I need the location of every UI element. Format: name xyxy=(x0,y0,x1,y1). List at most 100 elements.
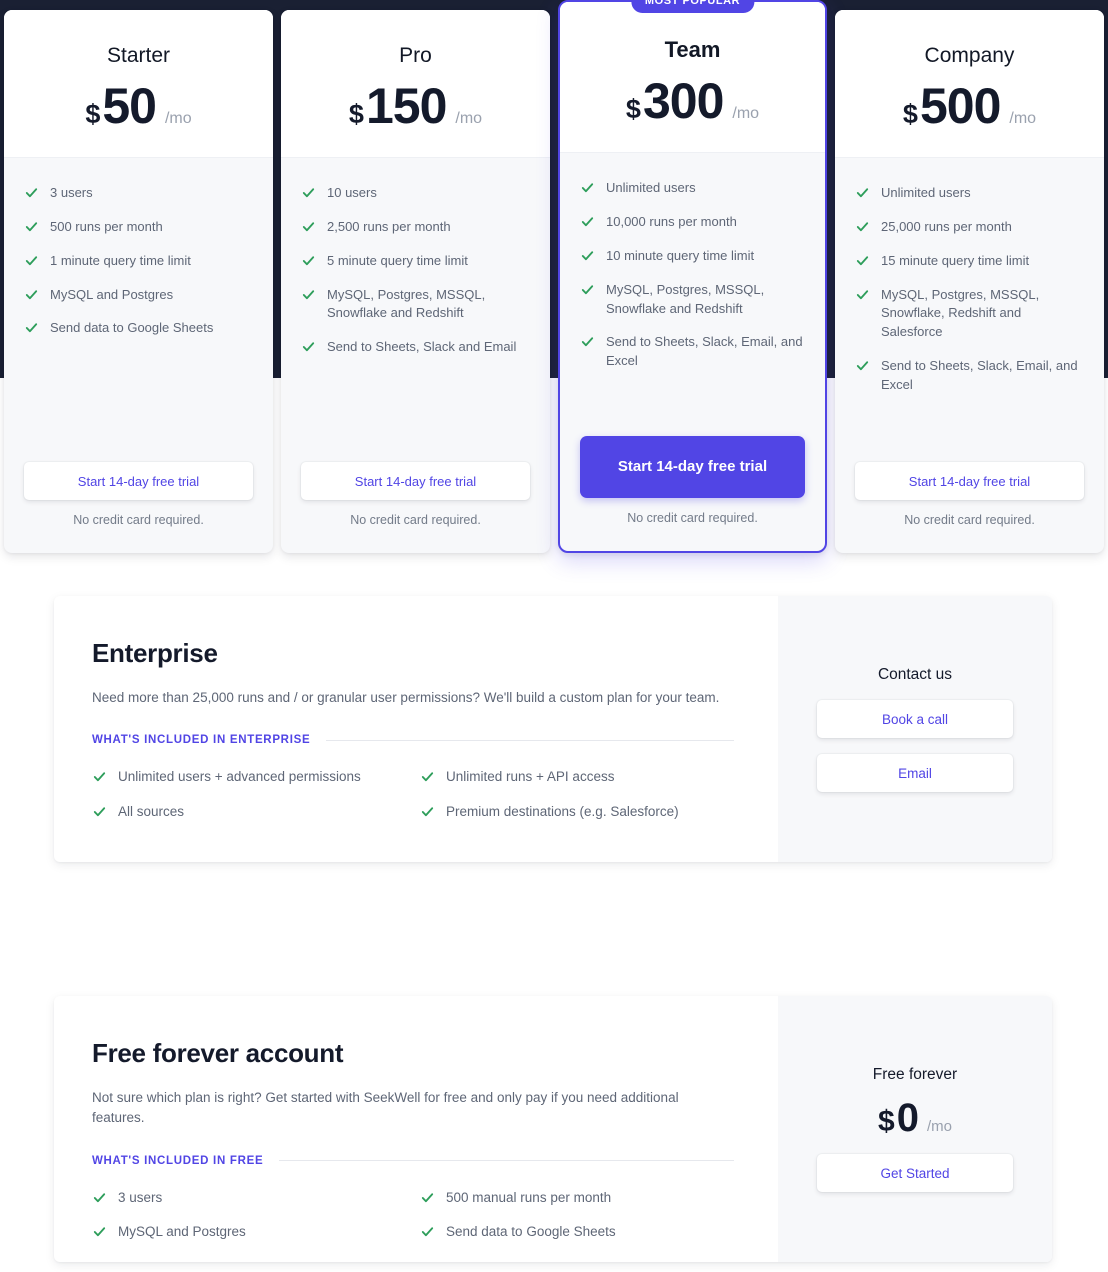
free-description: Not sure which plan is right? Get starte… xyxy=(92,1090,679,1126)
free-included-label: WHAT'S INCLUDED IN FREE xyxy=(92,1154,264,1167)
start-trial-button-primary[interactable]: Start 14-day free trial xyxy=(580,436,805,498)
price-currency: $ xyxy=(625,94,641,125)
feature-item: 10 users xyxy=(301,184,530,203)
feature-text: All sources xyxy=(118,804,185,820)
plan-slot-team: MOST POPULAR Team $ 300 /mo Unlimited us… xyxy=(554,0,831,553)
enterprise-contact-panel: Contact us Book a call Email xyxy=(778,596,1052,862)
price-period: /mo xyxy=(926,1118,952,1135)
plan-price: $ 150 /mo xyxy=(297,81,534,131)
enterprise-title: Enterprise xyxy=(92,638,218,668)
feature-item: 15 minute query time limit xyxy=(855,252,1084,271)
plan-slot-starter: Starter $ 50 /mo 3 users 500 runs per mo… xyxy=(0,0,277,553)
plan-price: $ 50 /mo xyxy=(20,81,257,131)
feature-item: MySQL and Postgres xyxy=(92,1223,406,1242)
feature-text: Send data to Google Sheets xyxy=(50,320,214,336)
check-icon xyxy=(301,287,316,302)
check-icon xyxy=(301,219,316,234)
feature-item: 25,000 runs per month xyxy=(855,218,1084,237)
feature-text: 2,500 runs per month xyxy=(327,218,451,234)
check-icon xyxy=(580,180,595,195)
plan-slot-company: Company $ 500 /mo Unlimited users 25,000… xyxy=(831,0,1108,553)
feature-text: Premium destinations (e.g. Salesforce) xyxy=(446,804,679,820)
check-icon xyxy=(420,1224,435,1239)
enterprise-included-label: WHAT'S INCLUDED IN ENTERPRISE xyxy=(92,734,311,747)
price-period: /mo xyxy=(455,110,483,128)
book-a-call-button[interactable]: Book a call xyxy=(817,700,1013,738)
email-button[interactable]: Email xyxy=(817,754,1013,792)
check-icon xyxy=(301,339,316,354)
plan-note: No credit card required. xyxy=(627,511,758,525)
plan-name: Team xyxy=(664,37,721,62)
feature-item: 5 minute query time limit xyxy=(301,252,530,271)
plan-note: No credit card required. xyxy=(73,513,204,527)
feature-item: MySQL and Postgres xyxy=(24,286,253,305)
price-period: /mo xyxy=(1009,110,1037,128)
price-amount: 300 xyxy=(642,73,724,130)
plan-card-team[interactable]: MOST POPULAR Team $ 300 /mo Unlimited us… xyxy=(558,0,827,553)
feature-text: 10,000 runs per month xyxy=(606,214,737,230)
check-icon xyxy=(855,287,870,302)
plan-header-pro: Pro $ 150 /mo xyxy=(281,10,550,159)
feature-text: MySQL, Postgres, MSSQL, Snowflake, Redsh… xyxy=(881,286,1040,340)
feature-text: Unlimited users + advanced permissions xyxy=(118,769,361,785)
feature-item: Send to Sheets, Slack and Email xyxy=(301,338,530,357)
plan-header-company: Company $ 500 /mo xyxy=(835,10,1104,159)
feature-text: Unlimited users xyxy=(881,185,971,201)
feature-text: 10 minute query time limit xyxy=(606,247,755,263)
check-icon xyxy=(855,219,870,234)
plan-body-team: Unlimited users 10,000 runs per month 10… xyxy=(560,153,825,551)
free-title: Free forever account xyxy=(92,1038,344,1068)
start-trial-button[interactable]: Start 14-day free trial xyxy=(301,462,530,500)
free-price: $ 0 /mo xyxy=(878,1098,952,1138)
feature-text: MySQL and Postgres xyxy=(50,286,174,302)
check-icon xyxy=(855,358,870,373)
plan-card-pro[interactable]: Pro $ 150 /mo 10 users 2,500 runs per mo… xyxy=(281,10,550,553)
feature-text: 10 users xyxy=(327,185,377,201)
check-icon xyxy=(420,769,435,784)
enterprise-feature-grid: Unlimited users + advanced permissions U… xyxy=(92,768,734,822)
plan-body-pro: 10 users 2,500 runs per month 5 minute q… xyxy=(281,158,550,553)
check-icon xyxy=(24,253,39,268)
plan-note: No credit card required. xyxy=(904,513,1035,527)
check-icon xyxy=(580,214,595,229)
check-icon xyxy=(420,1190,435,1205)
free-forever-panel: Free forever account Not sure which plan… xyxy=(54,996,1052,1262)
feature-item: 3 users xyxy=(92,1189,406,1208)
start-trial-button[interactable]: Start 14-day free trial xyxy=(855,462,1084,500)
plan-slot-pro: Pro $ 150 /mo 10 users 2,500 runs per mo… xyxy=(277,0,554,553)
feature-text: Unlimited users xyxy=(606,180,696,196)
divider-rule xyxy=(279,1160,734,1161)
start-trial-button[interactable]: Start 14-day free trial xyxy=(24,462,253,500)
check-icon xyxy=(580,282,595,297)
enterprise-description: Need more than 25,000 runs and / or gran… xyxy=(92,690,720,705)
price-amount: 500 xyxy=(919,78,1001,135)
feature-item: Unlimited runs + API access xyxy=(420,768,734,787)
divider-rule xyxy=(326,739,734,741)
plan-cta-wrap: Start 14-day free trial No credit card r… xyxy=(24,462,253,553)
feature-item: MySQL, Postgres, MSSQL, Snowflake and Re… xyxy=(301,286,530,324)
plan-cta-wrap: Start 14-day free trial No credit card r… xyxy=(580,436,805,551)
feature-item: 1 minute query time limit xyxy=(24,252,253,271)
feature-text: 500 manual runs per month xyxy=(446,1189,612,1205)
feature-list: 10 users 2,500 runs per month 5 minute q… xyxy=(301,184,530,372)
feature-list: Unlimited users 10,000 runs per month 10… xyxy=(580,179,805,386)
get-started-button[interactable]: Get Started xyxy=(817,1154,1013,1192)
feature-text: Send to Sheets, Slack, Email, and Excel xyxy=(606,334,803,369)
feature-text: 5 minute query time limit xyxy=(327,252,468,268)
feature-text: 3 users xyxy=(118,1189,163,1205)
pricing-plans-row: Starter $ 50 /mo 3 users 500 runs per mo… xyxy=(0,0,1108,553)
check-icon xyxy=(92,1224,107,1239)
feature-item: Unlimited users + advanced permissions xyxy=(92,768,406,787)
feature-text: 1 minute query time limit xyxy=(50,252,191,268)
feature-item: 3 users xyxy=(24,184,253,203)
plan-price: $ 500 /mo xyxy=(851,81,1088,131)
plan-cta-wrap: Start 14-day free trial No credit card r… xyxy=(301,462,530,553)
check-icon xyxy=(855,185,870,200)
enterprise-content: Enterprise Need more than 25,000 runs an… xyxy=(54,596,778,862)
feature-item: Unlimited users xyxy=(855,184,1084,203)
plan-body-starter: 3 users 500 runs per month 1 minute quer… xyxy=(4,158,273,553)
plan-cta-wrap: Start 14-day free trial No credit card r… xyxy=(855,462,1084,553)
free-price-panel: Free forever $ 0 /mo Get Started xyxy=(778,996,1052,1262)
plan-card-company[interactable]: Company $ 500 /mo Unlimited users 25,000… xyxy=(835,10,1104,553)
plan-card-starter[interactable]: Starter $ 50 /mo 3 users 500 runs per mo… xyxy=(4,10,273,553)
